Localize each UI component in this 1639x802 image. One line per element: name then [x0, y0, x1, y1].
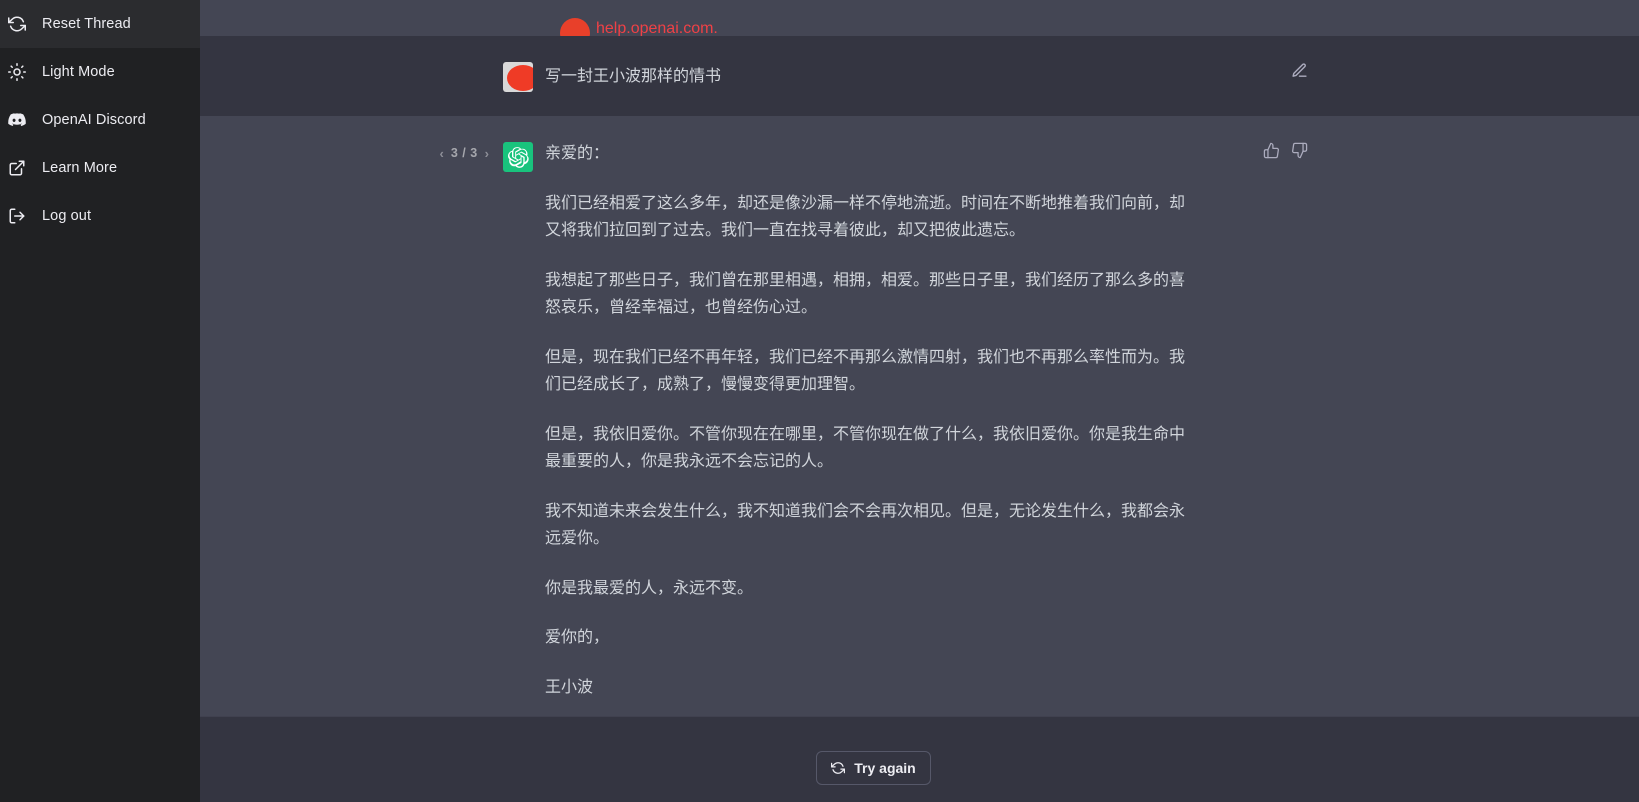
- conversation-pane: help.openai.com. 写一封王小波那样的情书: [200, 0, 1639, 802]
- next-response-button[interactable]: ›: [485, 147, 489, 160]
- assistant-paragraph: 我不知道未来会发生什么，我不知道我们会不会再次相见。但是，无论发生什么，我都会永…: [545, 498, 1193, 553]
- sidebar-item-label: Reset Thread: [42, 16, 131, 32]
- assistant-avatar: [503, 142, 533, 172]
- regenerate-icon: [831, 761, 845, 775]
- sidebar-item-label: Learn More: [42, 160, 117, 176]
- assistant-paragraph: 爱你的，: [545, 624, 1193, 652]
- response-count: 3 / 3: [451, 146, 478, 160]
- edit-icon[interactable]: [1289, 60, 1309, 80]
- assistant-paragraph: 亲爱的：: [545, 140, 1193, 168]
- sidebar-item-log-out[interactable]: Log out: [0, 192, 200, 240]
- try-again-label: Try again: [854, 760, 915, 776]
- sidebar-item-openai-discord[interactable]: OpenAI Discord: [0, 96, 200, 144]
- assistant-message-row: ‹ 3 / 3 › 亲爱的： 我们已经相爱了这么多年，却还是像沙漏一样不停地流逝…: [200, 116, 1639, 725]
- logout-icon: [8, 207, 26, 225]
- prev-response-button[interactable]: ‹: [439, 147, 443, 160]
- sidebar-item-label: OpenAI Discord: [42, 112, 146, 128]
- user-message-row: 写一封王小波那样的情书: [200, 36, 1639, 116]
- thumbs-down-icon[interactable]: [1289, 140, 1309, 160]
- assistant-message-text: 亲爱的： 我们已经相爱了这么多年，却还是像沙漏一样不停地流逝。时间在不断地推着我…: [545, 140, 1193, 701]
- user-message-text: 写一封王小波那样的情书: [545, 60, 1193, 92]
- assistant-paragraph: 我想起了那些日子，我们曾在那里相遇，相拥，相爱。那些日子里，我们经历了那么多的喜…: [545, 267, 1193, 322]
- assistant-paragraph: 你是我最爱的人，永远不变。: [545, 575, 1193, 603]
- try-again-button[interactable]: Try again: [816, 751, 930, 785]
- sidebar-item-label: Log out: [42, 208, 91, 224]
- user-avatar-gutter: [200, 60, 545, 92]
- chatgpt-window: Reset Thread Light Mode: [0, 0, 1639, 802]
- try-again-wrap: Try again: [200, 751, 1639, 785]
- assistant-avatar-gutter: ‹ 3 / 3 ›: [200, 140, 545, 701]
- error-banner-text: help.openai.com.: [596, 20, 718, 36]
- assistant-paragraph: 我们已经相爱了这么多年，却还是像沙漏一样不停地流逝。时间在不断地推着我们向前，却…: [545, 190, 1193, 245]
- reset-icon: [8, 15, 26, 33]
- sidebar: Reset Thread Light Mode: [0, 0, 200, 802]
- assistant-paragraph: 但是，现在我们已经不再年轻，我们已经不再那么激情四射，我们也不再那么率性而为。我…: [545, 344, 1193, 399]
- external-link-icon: [8, 159, 26, 177]
- thumbs-up-icon[interactable]: [1261, 140, 1281, 160]
- sun-icon: [8, 63, 26, 81]
- composer-bar: Try again: [200, 716, 1639, 802]
- assistant-message-actions: [1261, 140, 1639, 160]
- openai-logo-icon: [508, 147, 529, 168]
- avatar: [503, 62, 533, 92]
- discord-icon: [8, 111, 26, 129]
- response-pagination: ‹ 3 / 3 ›: [439, 146, 489, 160]
- sidebar-item-learn-more[interactable]: Learn More: [0, 144, 200, 192]
- error-banner: help.openai.com.: [200, 0, 1639, 36]
- assistant-paragraph: 王小波: [545, 674, 1193, 702]
- error-avatar-redaction: [560, 18, 590, 36]
- assistant-paragraph: 但是，我依旧爱你。不管你现在在哪里，不管你现在做了什么，我依旧爱你。你是我生命中…: [545, 421, 1193, 476]
- sidebar-item-label: Light Mode: [42, 64, 115, 80]
- sidebar-item-light-mode[interactable]: Light Mode: [0, 48, 200, 96]
- avatar-redaction: [507, 65, 533, 91]
- sidebar-item-reset-thread[interactable]: Reset Thread: [0, 0, 200, 48]
- user-message-actions: [1289, 60, 1639, 80]
